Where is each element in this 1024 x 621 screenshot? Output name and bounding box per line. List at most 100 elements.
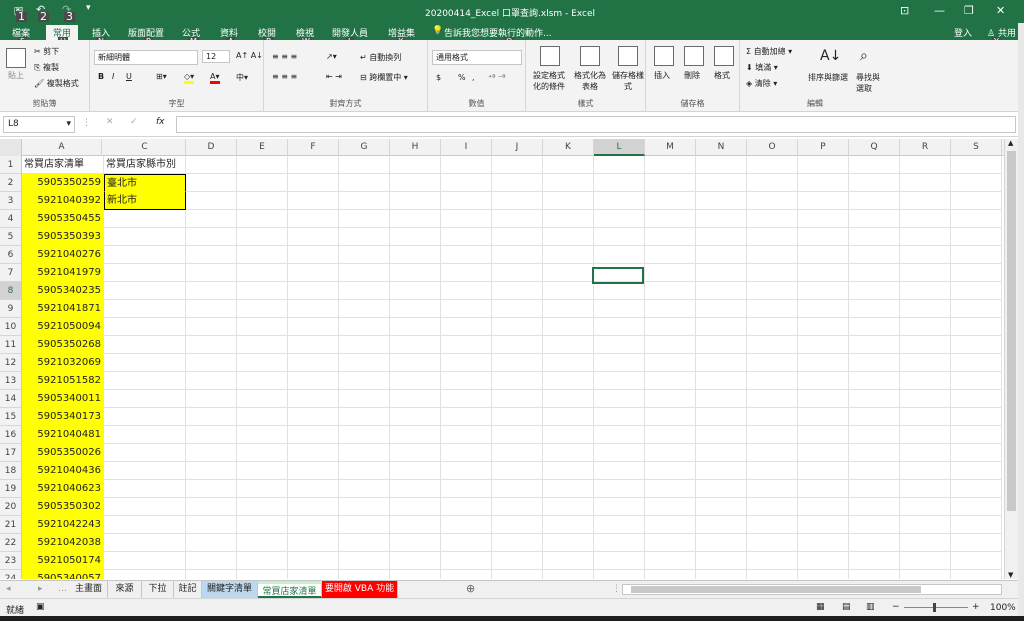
cell-f3[interactable] [288, 192, 339, 210]
horizontal-scroll-thumb[interactable] [631, 586, 921, 593]
cell-f12[interactable] [288, 354, 339, 372]
cell-s17[interactable] [951, 444, 1002, 462]
sort-filter-icon[interactable]: A↓ [820, 48, 841, 64]
cell-d10[interactable] [186, 318, 237, 336]
cell-o13[interactable] [747, 372, 798, 390]
cell-k16[interactable] [543, 426, 594, 444]
cell-o10[interactable] [747, 318, 798, 336]
cell-h2[interactable] [390, 174, 441, 192]
cell-h1[interactable] [390, 156, 441, 174]
cell-f14[interactable] [288, 390, 339, 408]
cell-h15[interactable] [390, 408, 441, 426]
cell-k10[interactable] [543, 318, 594, 336]
cell-d14[interactable] [186, 390, 237, 408]
cell-j10[interactable] [492, 318, 543, 336]
cell-l19[interactable] [594, 480, 645, 498]
cell-o22[interactable] [747, 534, 798, 552]
cell-h24[interactable] [390, 570, 441, 579]
cell-g14[interactable] [339, 390, 390, 408]
cell-l21[interactable] [594, 516, 645, 534]
new-sheet-icon[interactable]: ⊕ [466, 582, 475, 595]
cell-p3[interactable] [798, 192, 849, 210]
cell-c12[interactable] [104, 354, 186, 372]
cell-n20[interactable] [696, 498, 747, 516]
cell-s4[interactable] [951, 210, 1002, 228]
cell-i18[interactable] [441, 462, 492, 480]
cell-p9[interactable] [798, 300, 849, 318]
cell-j11[interactable] [492, 336, 543, 354]
cell-q9[interactable] [849, 300, 900, 318]
cell-d24[interactable] [186, 570, 237, 579]
cell-a12[interactable]: 5921032069 [22, 354, 104, 372]
cell-r2[interactable] [900, 174, 951, 192]
cell-d8[interactable] [186, 282, 237, 300]
cell-k3[interactable] [543, 192, 594, 210]
cell-j1[interactable] [492, 156, 543, 174]
cell-q1[interactable] [849, 156, 900, 174]
cell-s14[interactable] [951, 390, 1002, 408]
cell-l10[interactable] [594, 318, 645, 336]
cell-n16[interactable] [696, 426, 747, 444]
cell-g13[interactable] [339, 372, 390, 390]
cell-f7[interactable] [288, 264, 339, 282]
cell-j5[interactable] [492, 228, 543, 246]
delete-cells-button[interactable]: 刪除 [684, 70, 700, 81]
cell-n9[interactable] [696, 300, 747, 318]
cell-o2[interactable] [747, 174, 798, 192]
name-box-dropdown-icon[interactable]: ▾ [66, 119, 71, 129]
cell-a8[interactable]: 5905340235 [22, 282, 104, 300]
cell-i12[interactable] [441, 354, 492, 372]
cell-s22[interactable] [951, 534, 1002, 552]
cell-p2[interactable] [798, 174, 849, 192]
cell-k9[interactable] [543, 300, 594, 318]
cell-f1[interactable] [288, 156, 339, 174]
cell-r18[interactable] [900, 462, 951, 480]
cell-e4[interactable] [237, 210, 288, 228]
cell-q6[interactable] [849, 246, 900, 264]
cell-d6[interactable] [186, 246, 237, 264]
cell-m15[interactable] [645, 408, 696, 426]
cell-k23[interactable] [543, 552, 594, 570]
cell-f17[interactable] [288, 444, 339, 462]
cell-k24[interactable] [543, 570, 594, 579]
cell-o8[interactable] [747, 282, 798, 300]
cell-i9[interactable] [441, 300, 492, 318]
sheet-tab-6[interactable]: 要開啟 VBA 功能 [322, 581, 398, 598]
cell-q10[interactable] [849, 318, 900, 336]
cell-n7[interactable] [696, 264, 747, 282]
cell-p19[interactable] [798, 480, 849, 498]
row-header[interactable]: 4 [0, 210, 22, 228]
name-box[interactable]: L8 ▾ [3, 116, 75, 133]
cell-g22[interactable] [339, 534, 390, 552]
cell-d21[interactable] [186, 516, 237, 534]
cell-l24[interactable] [594, 570, 645, 579]
cell-r7[interactable] [900, 264, 951, 282]
cell-n11[interactable] [696, 336, 747, 354]
cell-n12[interactable] [696, 354, 747, 372]
cell-m21[interactable] [645, 516, 696, 534]
cell-e5[interactable] [237, 228, 288, 246]
cell-d16[interactable] [186, 426, 237, 444]
cell-h11[interactable] [390, 336, 441, 354]
cell-f18[interactable] [288, 462, 339, 480]
cut-button[interactable]: ✂ 剪下 [34, 46, 59, 57]
cell-r15[interactable] [900, 408, 951, 426]
cell-s2[interactable] [951, 174, 1002, 192]
cell-q23[interactable] [849, 552, 900, 570]
cell-s23[interactable] [951, 552, 1002, 570]
cell-m19[interactable] [645, 480, 696, 498]
cell-p12[interactable] [798, 354, 849, 372]
cell-h3[interactable] [390, 192, 441, 210]
cell-m5[interactable] [645, 228, 696, 246]
cell-d12[interactable] [186, 354, 237, 372]
vertical-scroll-thumb[interactable] [1007, 151, 1016, 511]
cell-g23[interactable] [339, 552, 390, 570]
cell-k2[interactable] [543, 174, 594, 192]
cell-n18[interactable] [696, 462, 747, 480]
cell-e14[interactable] [237, 390, 288, 408]
autosum-button[interactable]: Σ 自動加總 ▾ [746, 46, 792, 57]
cell-r4[interactable] [900, 210, 951, 228]
zoom-slider-thumb[interactable] [933, 603, 936, 612]
cell-f4[interactable] [288, 210, 339, 228]
cell-a19[interactable]: 5921040623 [22, 480, 104, 498]
